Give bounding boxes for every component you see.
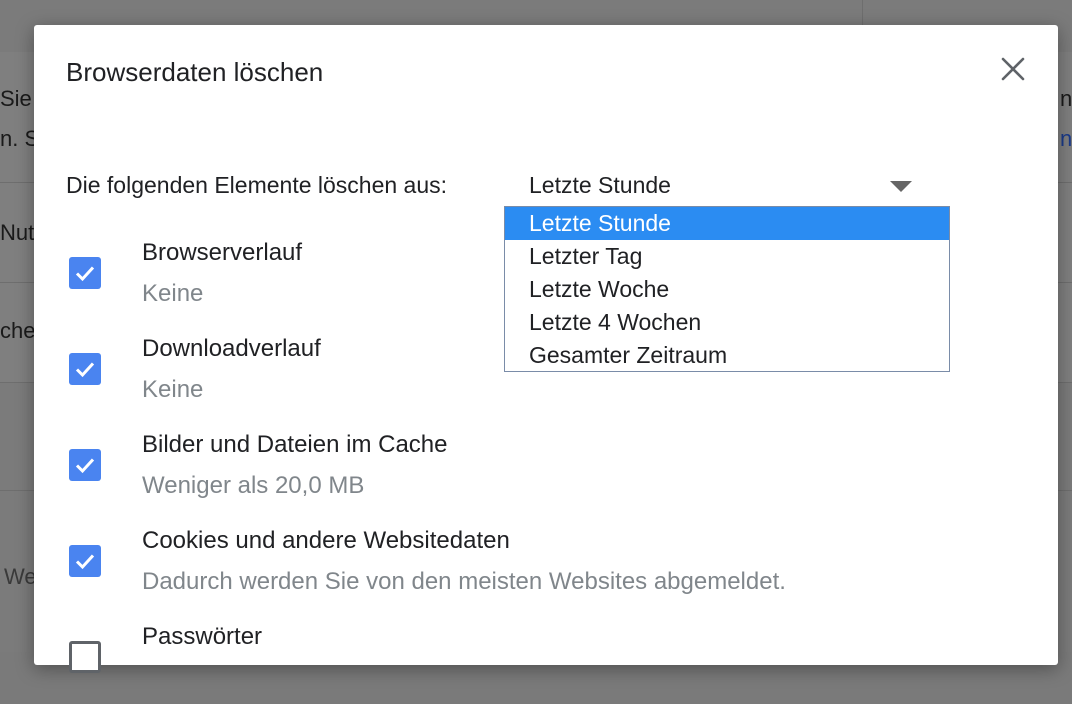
item-title: Bilder und Dateien im Cache: [142, 431, 448, 458]
item-cookies: Cookies und andere Websitedaten Dadurch …: [34, 518, 1058, 608]
bg-text-fragment: We: [4, 564, 37, 589]
option-last-hour[interactable]: Letzte Stunde: [505, 207, 949, 240]
checkbox[interactable]: [69, 545, 101, 577]
checkbox[interactable]: [69, 257, 101, 289]
time-range-value: Letzte Stunde: [529, 172, 671, 198]
item-title: Cookies und andere Websitedaten: [142, 527, 510, 554]
clear-browsing-data-dialog: Browserdaten löschen Die folgenden Eleme…: [34, 25, 1058, 673]
item-subtitle: Keine: [142, 280, 204, 307]
item-title: Downloadverlauf: [142, 335, 321, 362]
item-passwords: Passwörter: [34, 614, 1058, 704]
close-button[interactable]: [997, 53, 1029, 85]
bg-text-fragment: Sie: [0, 86, 32, 111]
option-last-week[interactable]: Letzte Woche: [505, 273, 949, 306]
item-cached-images: Bilder und Dateien im Cache Weniger als …: [34, 422, 1058, 512]
option-last-day[interactable]: Letzter Tag: [505, 240, 949, 273]
bg-text-fragment: n: [1060, 126, 1072, 151]
close-icon: [1001, 57, 1025, 81]
dialog-title: Browserdaten löschen: [66, 57, 324, 87]
check-icon: [75, 554, 95, 570]
check-icon: [75, 362, 95, 378]
dropdown-arrow-icon: [890, 181, 912, 192]
check-icon: [75, 458, 95, 474]
time-range-dropdown: Letzte Stunde Letzter Tag Letzte Woche L…: [504, 206, 950, 372]
item-title: Passwörter: [142, 623, 263, 650]
bg-text-fragment: Nut: [0, 220, 35, 245]
item-subtitle: Weniger als 20,0 MB: [142, 472, 365, 499]
checkbox[interactable]: [69, 641, 101, 673]
item-subtitle: Dadurch werden Sie von den meisten Websi…: [142, 568, 786, 595]
item-title: Browserverlauf: [142, 239, 303, 266]
bg-text-fragment: n C: [1060, 86, 1072, 111]
time-range-select[interactable]: Letzte Stunde: [526, 165, 918, 205]
bg-text-fragment: che: [0, 318, 36, 343]
checkbox[interactable]: [69, 353, 101, 385]
item-subtitle: Keine: [142, 376, 204, 403]
time-range-label: Die folgenden Elemente löschen aus:: [66, 172, 448, 198]
check-icon: [75, 266, 95, 282]
checkbox[interactable]: [69, 449, 101, 481]
option-all-time[interactable]: Gesamter Zeitraum: [505, 339, 949, 372]
option-last-4-weeks[interactable]: Letzte 4 Wochen: [505, 306, 949, 339]
